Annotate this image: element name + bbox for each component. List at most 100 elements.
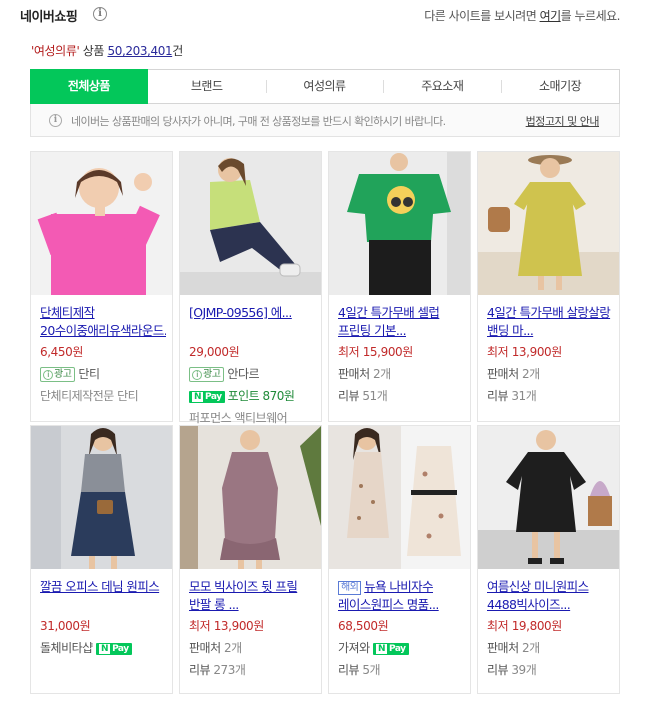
product-image[interactable] <box>31 152 172 295</box>
notice-after: 를 누르세요. <box>560 9 621 23</box>
count-unit: 건 <box>172 44 183 58</box>
product-image[interactable] <box>329 152 470 295</box>
npay-icon: N Pay <box>96 643 132 655</box>
sellers-count[interactable]: 2개 <box>522 367 540 381</box>
seller-name[interactable]: 단체티제작전문 단티 <box>40 388 166 404</box>
product-price: 최저 13,900원 <box>189 619 264 633</box>
product-info: 단체티제작 20수이중애리유색라운드... 6,450원 i 광고 단티 단체티제작… <box>40 304 166 404</box>
tab-womens-clothing[interactable]: 여성의류 <box>265 70 384 103</box>
sellers-row: 판매처 2개 <box>487 366 613 382</box>
ad-badge-icon[interactable]: i 광고 <box>189 367 225 382</box>
sellers-row: 판매처 2개 <box>338 366 464 382</box>
sellers-label: 판매처 <box>487 641 519 655</box>
product-title[interactable]: 4일간 특가무배 셀럽 프린팅 기본... <box>338 304 464 340</box>
product-card: 4일간 특가무배 셀럽 프린팅 기본... 최저 15,900원 판매처 2개 … <box>328 151 471 422</box>
product-title[interactable]: 모모 빅사이즈 뒷 프릴 반팔 롱 ... <box>189 578 315 614</box>
ad-seller-row: i 광고 단티 <box>40 366 166 382</box>
product-info: 모모 빅사이즈 뒷 프릴 반팔 롱 ... 최저 13,900원 판매처 2개 … <box>189 578 315 678</box>
result-count: '여성의류' 상품 50,203,401건 <box>31 42 183 59</box>
query-text: '여성의류' <box>31 44 80 58</box>
review-label: 리뷰 <box>338 663 360 677</box>
notice: 다른 사이트를 보시려면 여기를 누르세요. <box>424 7 620 24</box>
sellers-count[interactable]: 2개 <box>224 641 242 655</box>
tab-all-products[interactable]: 전체상품 <box>30 69 148 104</box>
ad-seller-row: i 광고 안다르 <box>189 366 315 382</box>
notice-link[interactable]: 여기 <box>540 9 562 23</box>
sellers-label: 판매처 <box>338 367 370 381</box>
product-card: [OJMP-09556] 에... 29,000원 i 광고 안다르 N Pay 포인트… <box>179 151 322 425</box>
product-price: 최저 13,900원 <box>487 345 562 359</box>
product-title[interactable]: 단체티제작 20수이중애리유색라운드... <box>40 304 166 340</box>
brand-title[interactable]: 네이버쇼핑 <box>20 6 78 25</box>
info-icon[interactable]: i <box>93 7 107 21</box>
product-title[interactable]: 4일간 특가무배 살랑살랑 밴딩 마... <box>487 304 613 340</box>
review-count[interactable]: 31개 <box>511 389 536 403</box>
product-price: 6,450원 <box>40 345 83 359</box>
tab-material[interactable]: 주요소재 <box>383 70 501 103</box>
product-title[interactable]: 여름신상 미니원피스 4488빅사이즈... <box>487 578 613 614</box>
npay-icon: N Pay <box>372 643 409 655</box>
product-info: 해외 뉴욕 나비자수 레이스원피스 명품... 68,500원 가져와 N Pay … <box>338 578 464 678</box>
review-label: 리뷰 <box>338 389 360 403</box>
product-title[interactable]: [OJMP-09556] 에... <box>189 304 315 340</box>
product-card: 여름신상 미니원피스 4488빅사이즈... 최저 19,800원 판매처 2개… <box>477 425 620 694</box>
product-price: 29,000원 <box>189 345 240 359</box>
review-row: 리뷰 5개 <box>338 662 464 678</box>
overseas-badge: 해외 <box>338 581 362 595</box>
product-card: 해외 뉴욕 나비자수 레이스원피스 명품... 68,500원 가져와 N Pay … <box>328 425 471 694</box>
review-row: 리뷰 39개 <box>487 662 613 678</box>
product-image[interactable] <box>478 426 619 569</box>
review-count[interactable]: 273개 <box>213 663 245 677</box>
sellers-label: 판매처 <box>189 641 221 655</box>
product-title[interactable]: 해외 뉴욕 나비자수 레이스원피스 명품... <box>338 578 464 614</box>
sellers-row: 판매처 2개 <box>189 640 315 656</box>
review-label: 리뷰 <box>487 663 509 677</box>
seller-name[interactable]: 가져와 <box>338 641 370 655</box>
review-count[interactable]: 51개 <box>362 389 387 403</box>
product-info: 4일간 특가무배 살랑살랑 밴딩 마... 최저 13,900원 판매처 2개 … <box>487 304 613 404</box>
product-info: 깔끔 오피스 데님 원피스 31,000원 돌체비타샵 N Pay <box>40 578 166 656</box>
count-number[interactable]: 50,203,401 <box>107 44 172 58</box>
product-info: [OJMP-09556] 에... 29,000원 i 광고 안다르 N Pay 포인트… <box>189 304 315 426</box>
info-icon: i <box>49 114 62 127</box>
review-row: 리뷰 273개 <box>189 662 315 678</box>
tab-brand[interactable]: 브랜드 <box>148 70 266 103</box>
product-card: 4일간 특가무배 살랑살랑 밴딩 마... 최저 13,900원 판매처 2개 … <box>477 151 620 422</box>
legal-notice-link[interactable]: 법정고지 및 안내 <box>526 113 600 129</box>
seller-name[interactable]: 퍼포먼스 액티브웨어 <box>189 410 315 426</box>
seller-name[interactable]: 돌체비타샵 <box>40 641 93 655</box>
ad-seller-name[interactable]: 단티 <box>78 367 100 381</box>
product-image[interactable] <box>180 152 321 295</box>
product-card: 모모 빅사이즈 뒷 프릴 반팔 롱 ... 최저 13,900원 판매처 2개 … <box>179 425 322 694</box>
product-price: 최저 19,800원 <box>487 619 562 633</box>
sellers-row: 판매처 2개 <box>487 640 613 656</box>
product-image[interactable] <box>329 426 470 569</box>
disclaimer-bar: i 네이버는 상품판매의 당사자가 아니며, 구매 전 상품정보를 반드시 확인… <box>30 104 620 137</box>
sellers-count[interactable]: 2개 <box>373 367 391 381</box>
product-price: 최저 15,900원 <box>338 345 413 359</box>
product-info: 4일간 특가무배 셀럽 프린팅 기본... 최저 15,900원 판매처 2개 … <box>338 304 464 404</box>
disclaimer-text: 네이버는 상품판매의 당사자가 아니며, 구매 전 상품정보를 반드시 확인하시… <box>71 115 446 128</box>
product-title[interactable]: 깔끔 오피스 데님 원피스 <box>40 578 166 614</box>
point-text: 포인트 870원 <box>227 389 295 403</box>
product-image[interactable] <box>180 426 321 569</box>
ad-seller-name[interactable]: 안다르 <box>227 367 259 381</box>
product-card: 깔끔 오피스 데님 원피스 31,000원 돌체비타샵 N Pay <box>30 425 173 694</box>
product-image[interactable] <box>31 426 172 569</box>
product-image[interactable] <box>478 152 619 295</box>
tab-sleeve-length[interactable]: 소매기장 <box>501 70 619 103</box>
ad-badge-icon[interactable]: i 광고 <box>40 367 76 382</box>
category-tabs: 전체상품 브랜드 여성의류 주요소재 소매기장 <box>30 69 620 104</box>
sellers-count[interactable]: 2개 <box>522 641 540 655</box>
review-count[interactable]: 5개 <box>362 663 380 677</box>
product-price: 68,500원 <box>338 619 389 633</box>
notice-before: 다른 사이트를 보시려면 <box>424 9 540 23</box>
review-count[interactable]: 39개 <box>511 663 536 677</box>
npay-point-row: N Pay 포인트 870원 <box>189 388 315 404</box>
review-label: 리뷰 <box>189 663 211 677</box>
product-card: 단체티제작 20수이중애리유색라운드... 6,450원 i 광고 단티 단체티제작… <box>30 151 173 422</box>
seller-row: 돌체비타샵 N Pay <box>40 640 166 656</box>
review-row: 리뷰 51개 <box>338 388 464 404</box>
product-price: 31,000원 <box>40 619 91 633</box>
review-row: 리뷰 31개 <box>487 388 613 404</box>
